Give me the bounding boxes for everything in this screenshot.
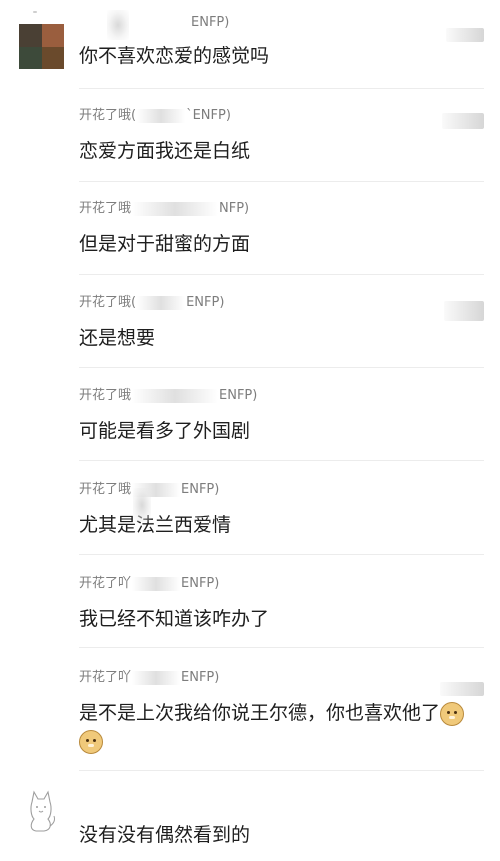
- divider: [79, 647, 484, 648]
- comment-text: 还是想要: [79, 327, 156, 349]
- divider: [79, 367, 484, 368]
- doge-emoji-icon: [79, 729, 103, 754]
- blurred-timestamp: [440, 682, 484, 696]
- doge-emoji-icon: [440, 701, 465, 726]
- comment-username[interactable]: 开花了哦 ENFP): [79, 388, 257, 404]
- comment-username[interactable]: ENFP): [79, 15, 229, 31]
- comment-text: 我已经不知道该咋办了: [79, 608, 270, 630]
- comment-text: 是不是上次我给你说王尔德，你也喜欢他了: [79, 699, 484, 755]
- blurred-timestamp: [446, 28, 484, 42]
- blur-mask: [107, 10, 129, 40]
- divider: [79, 770, 484, 771]
- comment-username[interactable]: 开花了吖 ENFP): [79, 576, 219, 592]
- comment-username[interactable]: 开花了哦 NFP): [79, 201, 249, 217]
- comment-text: 可能是看多了外国剧: [79, 420, 251, 442]
- comment-text: 没有没有偶然看到的: [79, 824, 251, 846]
- top-dot: [33, 11, 37, 13]
- divider: [79, 460, 484, 461]
- comment-text: 但是对于甜蜜的方面: [79, 233, 251, 255]
- comment-username[interactable]: 开花了哦(ENFP): [79, 295, 224, 311]
- comment-username[interactable]: 开花了哦(`ENFP): [79, 108, 231, 124]
- divider: [79, 274, 484, 275]
- blurred-timestamp: [444, 301, 484, 321]
- avatar[interactable]: [19, 24, 64, 69]
- divider: [79, 88, 484, 89]
- divider: [79, 554, 484, 555]
- blur-mask: [133, 488, 151, 522]
- cat-avatar-icon[interactable]: [24, 786, 58, 834]
- divider: [79, 181, 484, 182]
- comment-username[interactable]: 开花了吖 ENFP): [79, 670, 219, 686]
- comment-text: 你不喜欢恋爱的感觉吗: [79, 45, 270, 67]
- blurred-timestamp: [442, 113, 484, 129]
- comment-text: 恋爱方面我还是白纸: [79, 140, 251, 162]
- comment-text: 尤其是法兰西爱情: [79, 514, 232, 536]
